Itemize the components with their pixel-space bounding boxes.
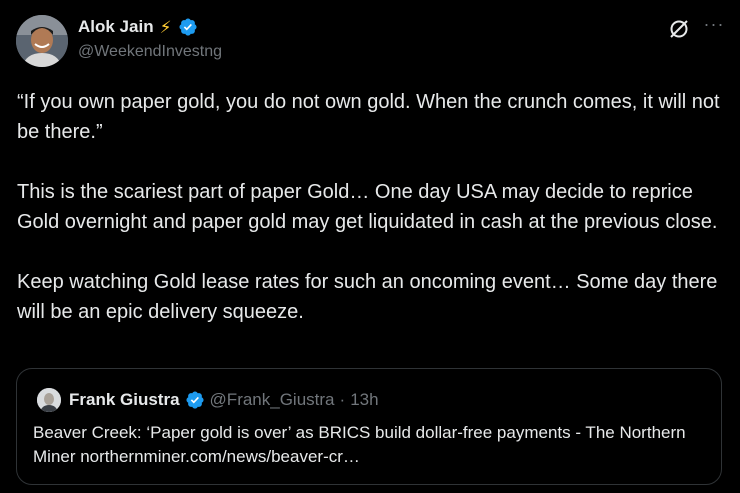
quoted-text: Beaver Creek: ‘Paper gold is over’ as BR… — [33, 423, 686, 466]
author-avatar[interactable] — [16, 15, 68, 67]
tweet-paragraph: Keep watching Gold lease rates for such … — [17, 271, 718, 323]
quoted-tweet-card[interactable]: Frank Giustra @Frank_Giustra · 13h Beave… — [16, 368, 722, 485]
tweet-paragraph: “If you own paper gold, you do not own g… — [17, 91, 720, 143]
verified-badge-icon[interactable] — [178, 17, 198, 37]
tweet-body: “If you own paper gold, you do not own g… — [17, 87, 723, 327]
author-emoji: ⚡ — [159, 17, 172, 37]
more-options-icon[interactable]: ··· — [703, 14, 725, 38]
quoted-author-name[interactable]: Frank Giustra — [69, 390, 180, 410]
tweet-paragraph: This is the scariest part of paper Gold…… — [17, 181, 718, 233]
quoted-author-avatar[interactable] — [37, 388, 61, 412]
grok-icon[interactable] — [668, 18, 690, 40]
author-name[interactable]: Alok Jain — [78, 17, 154, 37]
verified-badge-icon — [185, 390, 205, 410]
quoted-timestamp[interactable]: 13h — [350, 390, 378, 410]
quoted-separator: · — [339, 390, 346, 409]
author-name-row: Alok Jain ⚡ — [78, 17, 198, 37]
quoted-header: Frank Giustra @Frank_Giustra · 13h — [69, 390, 379, 410]
author-handle[interactable]: @WeekendInvestng — [78, 43, 222, 61]
quoted-author-handle[interactable]: @Frank_Giustra — [210, 390, 335, 410]
